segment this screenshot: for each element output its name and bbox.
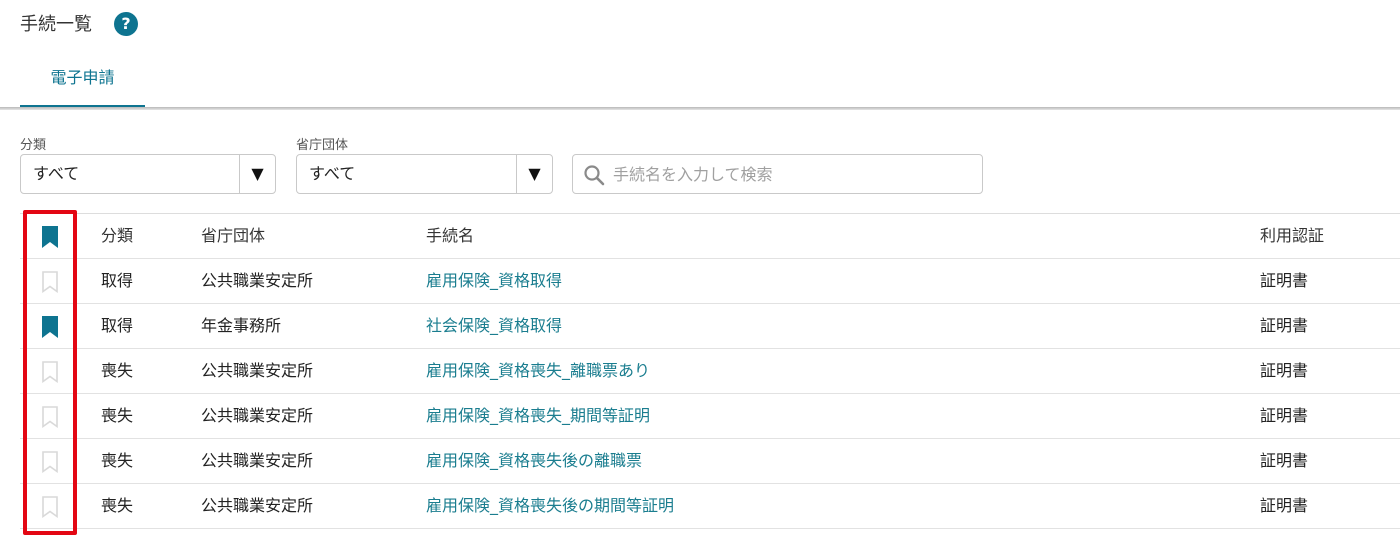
category-cell: 喪失 (101, 406, 134, 425)
auth-cell: 証明書 (1260, 271, 1309, 290)
procedure-name-link[interactable]: 雇用保険_資格喪失_離職票あり (426, 349, 650, 393)
search-icon (584, 165, 605, 186)
category-cell: 取得 (101, 316, 134, 335)
category-select-value: すべて (33, 164, 80, 183)
column-header-name[interactable]: 手続名 (426, 214, 474, 258)
agency-select[interactable]: すべて ▼ (296, 154, 553, 194)
bookmark-outline-icon (42, 451, 58, 473)
category-cell: 取得 (101, 271, 134, 290)
table-header-row: 分類 省庁団体 手続名 利用認証 (20, 214, 1400, 259)
auth-cell: 証明書 (1260, 361, 1309, 380)
bookmark-icon[interactable] (40, 439, 62, 483)
column-header-category[interactable]: 分類 (101, 214, 133, 258)
bookmark-filled-icon (42, 226, 58, 248)
category-cell: 喪失 (101, 496, 134, 515)
agency-cell: 公共職業安定所 (201, 451, 314, 470)
bookmark-filled-icon (42, 316, 58, 338)
agency-cell: 公共職業安定所 (201, 271, 314, 290)
table-row: 喪失 公共職業安定所 雇用保険_資格喪失_離職票あり 証明書 (20, 349, 1400, 394)
triangle-down-icon[interactable]: ▼ (239, 155, 275, 193)
agency-select-value: すべて (309, 164, 356, 183)
header-divider (0, 107, 1400, 110)
procedure-name-link[interactable]: 社会保険_資格取得 (426, 304, 562, 348)
agency-cell: 公共職業安定所 (201, 496, 314, 515)
category-cell: 喪失 (101, 451, 134, 470)
page: 手続一覧 ? 電子申請 分類 すべて ▼ 省庁団体 すべて ▼ 分類 省庁団体 … (0, 0, 1400, 537)
bookmark-icon[interactable] (40, 484, 62, 528)
agency-cell: 公共職業安定所 (201, 406, 314, 425)
bookmark-outline-icon (42, 361, 58, 383)
table-row: 喪失 公共職業安定所 雇用保険_資格喪失後の離職票 証明書 (20, 439, 1400, 484)
table-row: 取得 年金事務所 社会保険_資格取得 証明書 (20, 304, 1400, 349)
bookmark-outline-icon (42, 406, 58, 428)
bookmark-icon[interactable] (40, 394, 62, 438)
auth-cell: 証明書 (1260, 451, 1309, 470)
search-input[interactable] (613, 156, 973, 192)
column-header-agency[interactable]: 省庁団体 (201, 214, 265, 258)
bookmark-outline-icon (42, 271, 58, 293)
search-box[interactable] (572, 154, 983, 194)
page-header: 手続一覧 ? 電子申請 (0, 0, 1400, 110)
procedure-name-link[interactable]: 雇用保険_資格喪失後の離職票 (426, 439, 642, 483)
table-row: 喪失 公共職業安定所 雇用保険_資格喪失後の期間等証明 証明書 (20, 484, 1400, 529)
page-title: 手続一覧 (20, 14, 92, 35)
bookmark-icon[interactable] (40, 304, 62, 348)
help-circle-icon[interactable]: ? (114, 12, 138, 36)
triangle-down-icon[interactable]: ▼ (516, 155, 552, 193)
procedure-name-link[interactable]: 雇用保険_資格喪失_期間等証明 (426, 394, 650, 438)
auth-cell: 証明書 (1260, 316, 1309, 335)
procedure-name-link[interactable]: 雇用保険_資格取得 (426, 259, 562, 303)
agency-filter-label: 省庁団体 (296, 138, 349, 153)
procedure-name-link[interactable]: 雇用保険_資格喪失後の期間等証明 (426, 484, 674, 528)
agency-cell: 公共職業安定所 (201, 361, 314, 380)
auth-cell: 証明書 (1260, 496, 1309, 515)
column-header-auth[interactable]: 利用認証 (1260, 214, 1324, 258)
bookmark-icon[interactable] (40, 349, 62, 393)
category-filter-label: 分類 (20, 138, 47, 153)
bookmark-icon[interactable] (40, 214, 62, 258)
agency-cell: 年金事務所 (201, 316, 282, 335)
bookmark-icon[interactable] (40, 259, 62, 303)
tab-electronic-application[interactable]: 電子申請 (20, 56, 145, 108)
table-row: 喪失 公共職業安定所 雇用保険_資格喪失_期間等証明 証明書 (20, 394, 1400, 439)
auth-cell: 証明書 (1260, 406, 1309, 425)
table-row: 取得 公共職業安定所 雇用保険_資格取得 証明書 (20, 259, 1400, 304)
category-cell: 喪失 (101, 361, 134, 380)
category-select[interactable]: すべて ▼ (20, 154, 276, 194)
bookmark-outline-icon (42, 496, 58, 518)
